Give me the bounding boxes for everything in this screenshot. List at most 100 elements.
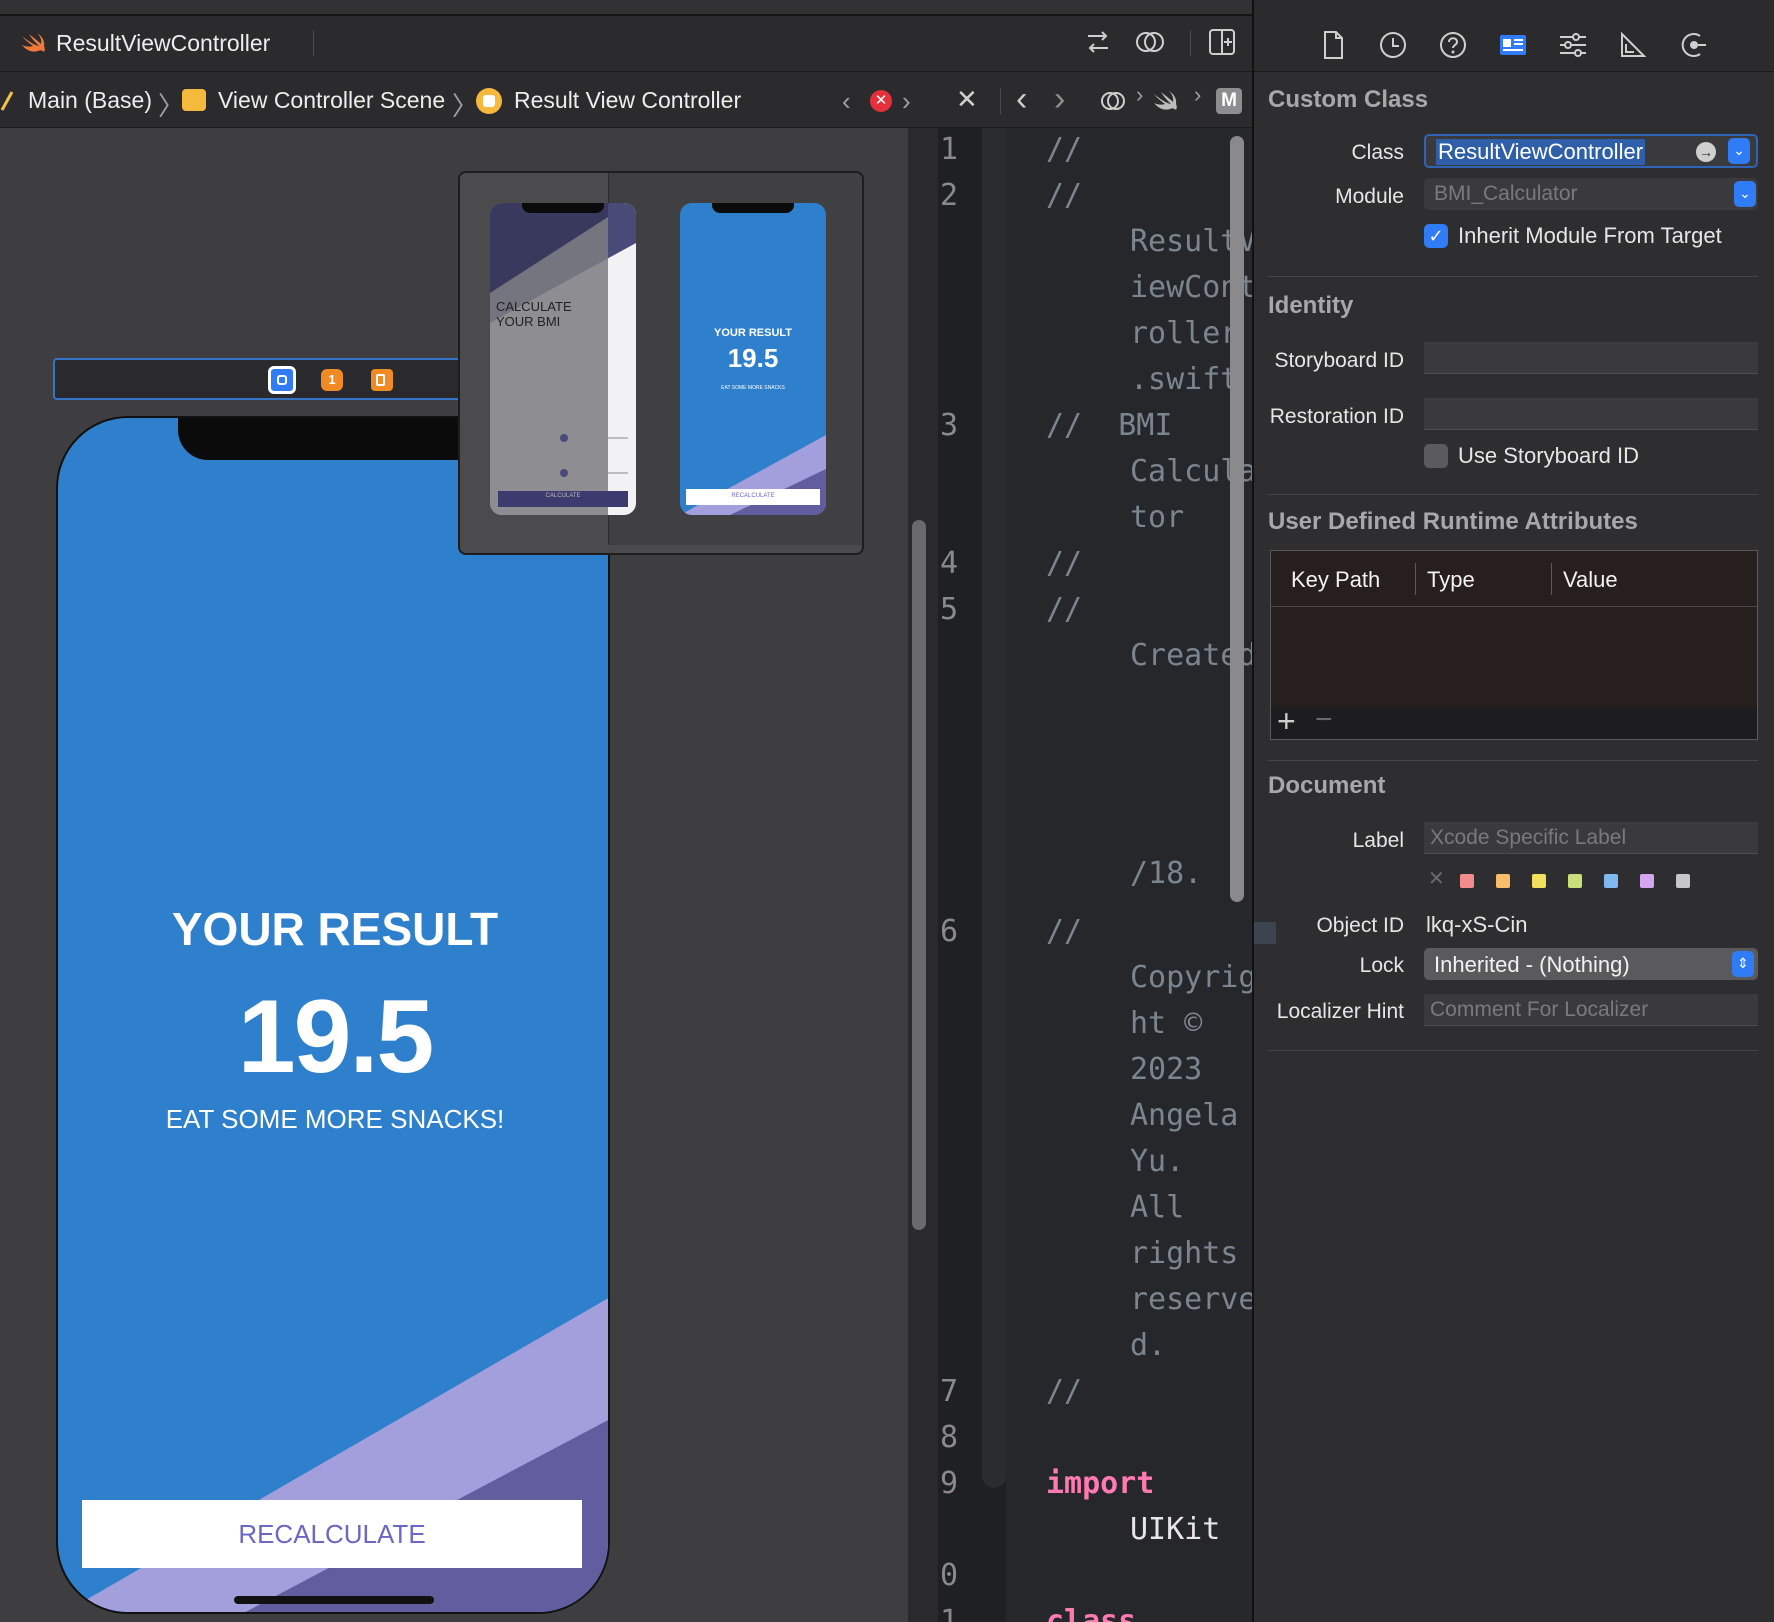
storyboard-canvas[interactable]: 1 YOUR RESULT 19.5 EAT SOME MORE SNACKS!…	[0, 128, 908, 1622]
color-swatch-purple[interactable]	[1640, 874, 1654, 888]
code-keyword: class	[1046, 1604, 1137, 1622]
color-swatch-gray[interactable]	[1676, 874, 1690, 888]
line-number: 7	[940, 1374, 959, 1409]
udra-section-title: User Defined Runtime Attributes	[1268, 508, 1638, 535]
modified-badge: M	[1216, 88, 1242, 114]
storyboard-overview[interactable]: CALCULATE YOUR BMI CALCULATE YOUR RESULT…	[458, 171, 864, 555]
breadcrumb-main[interactable]: Main (Base)	[28, 87, 152, 114]
identity-inspector: Custom Class Class ResultViewController …	[1254, 0, 1774, 1622]
code-line: //	[1046, 546, 1083, 581]
module-combo[interactable]: BMI_Calculator ⌄	[1424, 178, 1758, 210]
code-line: tor	[1130, 500, 1185, 535]
class-dropdown-icon[interactable]: ⌄	[1728, 138, 1750, 164]
identity-inspector-icon[interactable]	[1496, 28, 1530, 62]
color-swatch-yellow[interactable]	[1532, 874, 1546, 888]
canvas-scrollbar[interactable]	[912, 520, 926, 1230]
color-swatch-red[interactable]	[1460, 874, 1474, 888]
breadcrumb-scene[interactable]: View Controller Scene	[218, 87, 445, 114]
breadcrumb-view-controller[interactable]: Result View Controller	[514, 87, 741, 114]
view-controller-dock-icon[interactable]	[268, 366, 296, 394]
swap-arrows-icon[interactable]	[1082, 26, 1114, 58]
section-divider	[1268, 276, 1758, 277]
lock-value[interactable]: Inherited - (Nothing)	[1434, 952, 1630, 978]
help-inspector-icon[interactable]	[1436, 28, 1470, 62]
connections-inspector-icon[interactable]	[1676, 28, 1710, 62]
runtime-attributes-table[interactable]: Key Path Type Value + −	[1270, 550, 1758, 740]
previous-issue-icon[interactable]: ‹	[842, 86, 851, 117]
adjust-editor-icon[interactable]	[1134, 26, 1166, 58]
module-dropdown-icon[interactable]: ⌄	[1734, 181, 1756, 207]
minimap-ruler	[982, 128, 1006, 1488]
bmi-value: 19.5	[237, 979, 434, 1095]
editor-scrollbar[interactable]	[1230, 136, 1244, 902]
remove-attribute-icon[interactable]: −	[1315, 703, 1333, 737]
no-color-icon[interactable]: ✕	[1428, 866, 1445, 891]
code-line: rights	[1130, 1236, 1239, 1271]
lock-popup-arrows-icon[interactable]: ⇕	[1732, 951, 1754, 977]
type-column[interactable]: Type	[1427, 567, 1475, 593]
result-screen-preview[interactable]: YOUR RESULT 19.5 EAT SOME MORE SNACKS! R…	[56, 416, 610, 1614]
inspector-tab-bar	[1254, 0, 1774, 72]
add-attribute-icon[interactable]: +	[1277, 703, 1296, 740]
code-line: //	[1046, 592, 1083, 627]
close-icon[interactable]: ✕	[956, 84, 978, 115]
lock-popup[interactable]: Inherited - (Nothing) ⇕	[1424, 948, 1758, 980]
class-combo[interactable]: ResultViewController → ⌄	[1424, 134, 1758, 168]
chevron-right-icon: 〉	[452, 91, 479, 121]
color-swatch-green[interactable]	[1568, 874, 1582, 888]
recalculate-button[interactable]: RECALCULATE	[82, 1500, 582, 1568]
go-to-class-icon[interactable]: →	[1696, 142, 1716, 162]
thumbnail-result-title: YOUR RESULT	[713, 327, 793, 339]
calculate-heading: CALCULATE YOUR BMI	[496, 299, 572, 329]
related-items-icon[interactable]	[1098, 86, 1128, 116]
first-responder-icon[interactable]: 1	[321, 369, 343, 391]
label-field[interactable]: Xcode Specific Label	[1424, 822, 1758, 854]
forward-icon[interactable]: ›	[1054, 80, 1065, 119]
object-id-value: lkq-xS-Cin	[1426, 912, 1528, 937]
localizer-hint-label: Localizer Hint	[1276, 1000, 1404, 1023]
thumbnail-advice: EAT SOME MORE SNACKS	[721, 385, 785, 391]
device-notch	[522, 203, 604, 213]
add-editor-icon[interactable]	[1206, 26, 1238, 58]
file-inspector-icon[interactable]	[1316, 28, 1350, 62]
error-icon[interactable]: ✕	[870, 90, 892, 112]
table-footer: + −	[1271, 703, 1757, 739]
jump-separator	[1000, 88, 1001, 114]
next-issue-icon[interactable]: ›	[902, 86, 911, 117]
calculate-screen-thumbnail[interactable]: CALCULATE YOUR BMI CALCULATE	[490, 203, 636, 515]
color-swatch-blue[interactable]	[1604, 874, 1618, 888]
chevron-right-icon: ›	[1194, 82, 1202, 107]
class-field-value[interactable]: ResultViewController	[1436, 139, 1646, 165]
code-line: Angela	[1130, 1098, 1239, 1133]
localizer-hint-field[interactable]: Comment For Localizer	[1424, 994, 1758, 1026]
inherit-module-checkbox[interactable]: ✓	[1424, 224, 1448, 248]
code-line: 2023	[1130, 1052, 1203, 1087]
use-storyboard-id-checkbox[interactable]	[1424, 444, 1448, 468]
history-inspector-icon[interactable]	[1376, 28, 1410, 62]
swift-file-icon	[1154, 91, 1177, 110]
exit-icon[interactable]	[371, 369, 393, 391]
storyboard-id-field[interactable]	[1424, 342, 1758, 374]
thumbnail-bmi-value: 19.5	[727, 343, 779, 373]
result-screen-thumbnail[interactable]: YOUR RESULT 19.5 EAT SOME MORE SNACKS RE…	[680, 203, 826, 515]
code-line: //	[1046, 1374, 1083, 1409]
restoration-id-field[interactable]	[1424, 398, 1758, 430]
attributes-inspector-icon[interactable]	[1556, 28, 1590, 62]
home-indicator	[234, 1596, 434, 1604]
key-path-column[interactable]: Key Path	[1291, 567, 1380, 593]
size-inspector-icon[interactable]	[1616, 28, 1650, 62]
module-placeholder[interactable]: BMI_Calculator	[1434, 182, 1578, 206]
color-swatch-orange[interactable]	[1496, 874, 1510, 888]
xcode-window: ResultViewController Main (Base) 〉 View …	[0, 0, 1774, 1622]
value-column[interactable]: Value	[1563, 567, 1618, 593]
view-controller-icon	[476, 88, 502, 114]
code-line: //	[1046, 178, 1083, 213]
code-area[interactable]: // // ResultV iewCont roller .swift // B…	[1006, 128, 1252, 1622]
module-label: Module	[1335, 185, 1404, 208]
line-number: 0	[940, 1558, 959, 1593]
line-number: 4	[940, 546, 959, 581]
back-icon[interactable]: ‹	[1016, 80, 1027, 119]
tab-title[interactable]: ResultViewController	[56, 30, 270, 57]
code-editor[interactable]: 1 2 3 4 5 6 7 8 9 0 1 // // ResultV iewC…	[938, 128, 1252, 1622]
line-number: 1	[940, 1604, 959, 1622]
